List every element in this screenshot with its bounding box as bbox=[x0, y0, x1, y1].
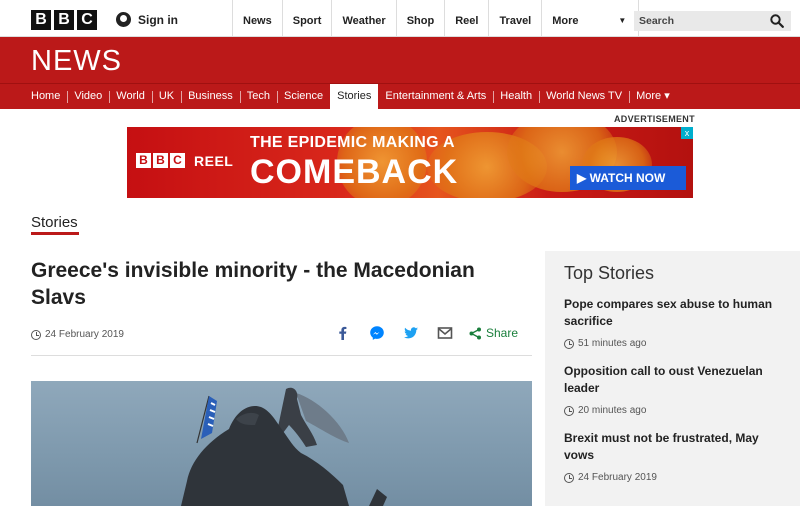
logo-letter-b2: B bbox=[54, 10, 74, 30]
greek-flag bbox=[196, 395, 217, 444]
user-icon bbox=[116, 12, 131, 27]
top-nav-travel[interactable]: Travel bbox=[488, 0, 541, 37]
divider bbox=[31, 355, 532, 356]
story-title[interactable]: Pope compares sex abuse to human sacrifi… bbox=[564, 296, 786, 330]
top-nav-more-label: More bbox=[552, 15, 579, 27]
top-stories-panel: Top Stories Pope compares sex abuse to h… bbox=[545, 251, 800, 506]
news-nav-world[interactable]: World bbox=[109, 84, 152, 109]
clock-icon bbox=[564, 338, 574, 349]
clock-icon bbox=[564, 472, 574, 483]
story-time: 51 minutes ago bbox=[564, 338, 786, 349]
top-nav-more[interactable]: More ▼ bbox=[541, 0, 640, 37]
news-nav-entertainment-arts[interactable]: Entertainment & Arts bbox=[378, 84, 493, 109]
top-nav-reel[interactable]: Reel bbox=[444, 0, 488, 37]
bbc-logo[interactable]: B B C bbox=[31, 10, 97, 30]
ad-brand-word: REEL bbox=[194, 153, 234, 169]
clock-icon bbox=[31, 329, 41, 340]
search-placeholder: Search bbox=[639, 15, 675, 27]
story-time-text: 51 minutes ago bbox=[578, 338, 647, 349]
news-nav-science[interactable]: Science bbox=[276, 84, 330, 109]
twitter-icon[interactable] bbox=[403, 325, 419, 341]
masthead: B B C Sign in News Sport Weather Shop Re… bbox=[0, 0, 800, 37]
email-icon[interactable] bbox=[437, 325, 453, 341]
section-underline bbox=[31, 232, 79, 235]
logo-letter-b1: B bbox=[31, 10, 51, 30]
top-nav-weather[interactable]: Weather bbox=[331, 0, 395, 37]
ad-banner[interactable]: B B C REEL THE EPIDEMIC MAKING A COMEBAC… bbox=[127, 127, 693, 198]
watch-now-button[interactable]: ▶ WATCH NOW bbox=[570, 166, 686, 190]
share-label: Share bbox=[486, 326, 519, 340]
news-nav-health[interactable]: Health bbox=[493, 84, 539, 109]
story-item[interactable]: Brexit must not be frustrated, May vows … bbox=[564, 430, 786, 483]
facebook-icon[interactable] bbox=[335, 325, 351, 341]
share-tools: Share bbox=[335, 325, 518, 341]
statue-photo bbox=[181, 387, 387, 506]
sign-in-label: Sign in bbox=[138, 12, 178, 27]
ad-headline-top: THE EPIDEMIC MAKING A bbox=[250, 134, 455, 151]
news-nav-video[interactable]: Video bbox=[67, 84, 109, 109]
news-logo[interactable]: NEWS bbox=[31, 45, 122, 78]
ad-logo-letter: B bbox=[153, 153, 168, 168]
share-button[interactable]: Share bbox=[469, 326, 518, 340]
ad-close-icon[interactable]: x bbox=[681, 127, 693, 139]
article-date: 24 February 2019 bbox=[31, 329, 124, 340]
news-header: NEWS bbox=[0, 37, 800, 83]
ad-label: ADVERTISEMENT bbox=[614, 114, 695, 124]
top-nav-news[interactable]: News bbox=[232, 0, 282, 37]
news-nav-stories[interactable]: Stories bbox=[330, 84, 379, 109]
caret-down-icon: ▼ bbox=[618, 16, 627, 25]
news-nav-home[interactable]: Home bbox=[24, 84, 67, 109]
news-nav: Home Video World UK Business Tech Science Stori… bbox=[0, 83, 800, 109]
story-time-text: 20 minutes ago bbox=[578, 405, 647, 416]
top-nav-sport[interactable]: Sport bbox=[281, 0, 332, 37]
story-item[interactable]: Opposition call to oust Venezuelan leade… bbox=[564, 363, 786, 416]
share-icon bbox=[469, 327, 481, 339]
messenger-icon[interactable] bbox=[369, 325, 385, 341]
ad-bbc-logo: B B C bbox=[136, 153, 185, 168]
search-icon[interactable] bbox=[770, 14, 784, 28]
story-title[interactable]: Opposition call to oust Venezuelan leade… bbox=[564, 363, 786, 397]
story-title[interactable]: Brexit must not be frustrated, May vows bbox=[564, 430, 786, 464]
top-nav: News Sport Weather Shop Reel Travel More… bbox=[232, 0, 640, 37]
ad-headline-main: COMEBACK bbox=[250, 153, 459, 191]
logo-letter-c: C bbox=[77, 10, 97, 30]
story-item[interactable]: Pope compares sex abuse to human sacrifi… bbox=[564, 296, 786, 349]
top-stories-title: Top Stories bbox=[564, 263, 655, 283]
clock-icon bbox=[564, 405, 574, 416]
article-image bbox=[31, 381, 532, 506]
news-nav-world-news-tv[interactable]: World News TV bbox=[539, 84, 629, 109]
top-nav-shop[interactable]: Shop bbox=[395, 0, 445, 37]
sign-in-link[interactable]: Sign in bbox=[116, 12, 178, 27]
search-input[interactable]: Search bbox=[634, 11, 791, 31]
ad-logo-letter: B bbox=[136, 153, 151, 168]
ad-logo-letter: C bbox=[170, 153, 185, 168]
news-nav-more[interactable]: More ▾ bbox=[629, 84, 677, 109]
news-nav-business[interactable]: Business bbox=[181, 84, 240, 109]
article-date-text: 24 February 2019 bbox=[45, 329, 124, 340]
story-time: 20 minutes ago bbox=[564, 405, 786, 416]
article-headline: Greece's invisible minority - the Macedo… bbox=[31, 259, 475, 309]
section-link[interactable]: Stories bbox=[31, 214, 78, 231]
news-nav-uk[interactable]: UK bbox=[151, 84, 181, 109]
story-time-text: 24 February 2019 bbox=[578, 472, 657, 483]
news-nav-tech[interactable]: Tech bbox=[239, 84, 277, 109]
story-time: 24 February 2019 bbox=[564, 472, 786, 483]
